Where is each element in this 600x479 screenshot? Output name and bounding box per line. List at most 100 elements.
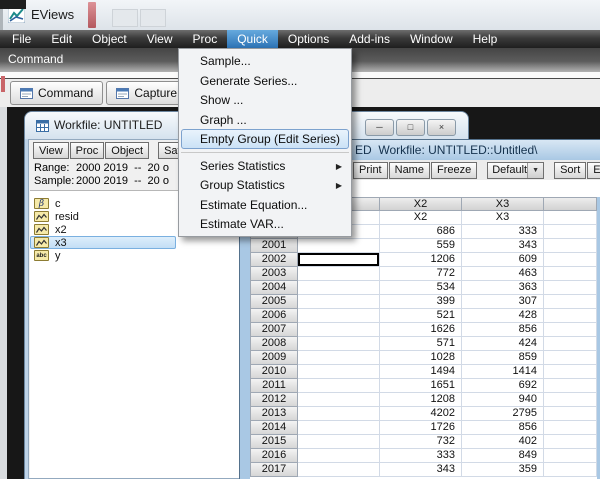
column-header-x3[interactable]: X3 (462, 197, 544, 211)
series-name-blank[interactable] (544, 211, 597, 225)
data-cell[interactable] (298, 351, 380, 365)
obs-label[interactable]: 2007 (250, 323, 298, 337)
data-cell[interactable]: 424 (462, 337, 544, 351)
data-cell[interactable]: 609 (462, 253, 544, 267)
data-cell[interactable]: 1414 (462, 365, 544, 379)
data-cell[interactable]: 859 (462, 351, 544, 365)
data-cell[interactable] (298, 239, 380, 253)
obs-label[interactable]: 2005 (250, 295, 298, 309)
data-cell[interactable] (544, 337, 597, 351)
menu-proc[interactable]: Proc (183, 30, 228, 48)
data-cell[interactable]: 2795 (462, 407, 544, 421)
data-cell[interactable] (544, 365, 597, 379)
quick-menu-item-group-statistics[interactable]: Group Statistics▶ (181, 175, 349, 195)
data-cell[interactable] (298, 365, 380, 379)
close-button[interactable]: × (427, 119, 456, 136)
group-freeze-button[interactable]: Freeze (431, 162, 477, 179)
workfile-object-x2[interactable]: x2 (30, 223, 176, 236)
quick-menu-item-estimate-var[interactable]: Estimate VAR... (181, 214, 349, 234)
menu-object[interactable]: Object (82, 30, 137, 48)
data-cell[interactable]: 1206 (380, 253, 462, 267)
group-name-button[interactable]: Name (389, 162, 430, 179)
quick-menu-item-show[interactable]: Show ... (181, 90, 349, 110)
quick-menu-item-estimate-equation[interactable]: Estimate Equation... (181, 195, 349, 215)
menu-edit[interactable]: Edit (41, 30, 82, 48)
obs-label[interactable]: 2008 (250, 337, 298, 351)
data-cell[interactable]: 343 (462, 239, 544, 253)
quick-menu-item-sample[interactable]: Sample... (181, 51, 349, 71)
data-cell[interactable] (298, 421, 380, 435)
obs-label[interactable]: 2015 (250, 435, 298, 449)
data-cell[interactable]: 849 (462, 449, 544, 463)
obs-label[interactable]: 2012 (250, 393, 298, 407)
data-cell[interactable] (544, 267, 597, 281)
data-cell[interactable]: 333 (380, 449, 462, 463)
data-cell[interactable] (544, 435, 597, 449)
data-cell[interactable]: 463 (462, 267, 544, 281)
data-cell[interactable]: 363 (462, 281, 544, 295)
data-cell[interactable]: 534 (380, 281, 462, 295)
data-cell[interactable] (544, 449, 597, 463)
workfile-object-button[interactable]: Object (105, 142, 149, 159)
obs-label[interactable]: 2014 (250, 421, 298, 435)
data-cell[interactable]: 521 (380, 309, 462, 323)
data-cell[interactable]: 402 (462, 435, 544, 449)
series-name-cell[interactable]: X2 (380, 211, 462, 225)
tab-command[interactable]: Command (10, 81, 103, 105)
series-name-cell[interactable]: X3 (462, 211, 544, 225)
data-cell[interactable] (544, 309, 597, 323)
data-cell[interactable] (544, 323, 597, 337)
minimize-button[interactable]: ─ (365, 119, 394, 136)
quick-menu-item-series-statistics[interactable]: Series Statistics▶ (181, 156, 349, 176)
data-cell[interactable]: 359 (462, 463, 544, 477)
data-cell[interactable] (544, 225, 597, 239)
data-cell[interactable]: 571 (380, 337, 462, 351)
data-cell[interactable]: 772 (380, 267, 462, 281)
group-sort-button[interactable]: Sort (554, 162, 586, 179)
data-cell[interactable]: 856 (462, 323, 544, 337)
group-edit-button[interactable]: Edit+/- (587, 162, 600, 179)
data-cell[interactable] (544, 421, 597, 435)
data-cell[interactable] (298, 407, 380, 421)
workfile-object-y[interactable]: abcy (30, 249, 176, 262)
menu-window[interactable]: Window (400, 30, 463, 48)
menu-options[interactable]: Options (278, 30, 339, 48)
data-cell[interactable] (298, 379, 380, 393)
obs-label[interactable]: 2013 (250, 407, 298, 421)
obs-label[interactable]: 2001 (250, 239, 298, 253)
data-cell[interactable] (544, 281, 597, 295)
menu-add-ins[interactable]: Add-ins (339, 30, 400, 48)
column-header-blank[interactable] (544, 197, 597, 211)
data-cell[interactable]: 343 (380, 463, 462, 477)
data-cell[interactable] (298, 463, 380, 477)
data-cell[interactable] (298, 393, 380, 407)
group-print-button[interactable]: Print (353, 162, 388, 179)
workfile-view-button[interactable]: View (33, 142, 69, 159)
data-cell[interactable] (544, 407, 597, 421)
data-cell[interactable]: 732 (380, 435, 462, 449)
menu-file[interactable]: File (2, 30, 41, 48)
workfile-object-c[interactable]: βc (30, 197, 176, 210)
data-cell[interactable] (298, 323, 380, 337)
data-cell[interactable]: 559 (380, 239, 462, 253)
data-cell[interactable] (544, 253, 597, 267)
data-cell[interactable]: 1626 (380, 323, 462, 337)
workfile-object-x3[interactable]: x3 (30, 236, 176, 249)
data-cell[interactable]: 399 (380, 295, 462, 309)
data-cell[interactable] (298, 267, 380, 281)
data-cell[interactable]: 1208 (380, 393, 462, 407)
data-cell[interactable]: 333 (462, 225, 544, 239)
workfile-proc-button[interactable]: Proc (70, 142, 105, 159)
data-cell[interactable]: 307 (462, 295, 544, 309)
obs-label[interactable]: 2017 (250, 463, 298, 477)
menu-help[interactable]: Help (463, 30, 508, 48)
data-cell[interactable] (544, 351, 597, 365)
obs-label[interactable]: 2006 (250, 309, 298, 323)
data-cell[interactable]: 940 (462, 393, 544, 407)
obs-label[interactable]: 2011 (250, 379, 298, 393)
data-cell[interactable]: 4202 (380, 407, 462, 421)
display-format-dropdown[interactable]: Default ▼ (487, 162, 544, 179)
data-cell[interactable] (298, 295, 380, 309)
data-cell[interactable] (298, 337, 380, 351)
data-cell[interactable] (544, 239, 597, 253)
